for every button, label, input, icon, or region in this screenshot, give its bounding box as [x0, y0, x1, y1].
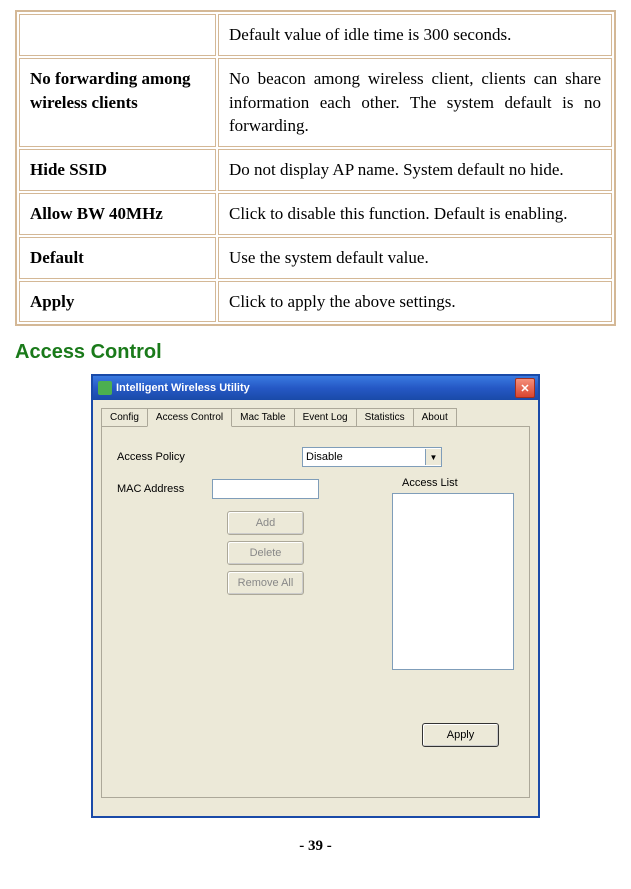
- table-row: Default value of idle time is 300 second…: [19, 14, 612, 56]
- chevron-down-icon: ▼: [425, 449, 441, 465]
- tab-content: Access Policy Disable ▼ MAC Address Acce…: [101, 427, 530, 798]
- table-row: Default Use the system default value.: [19, 237, 612, 279]
- tabs: Config Access Control Mac Table Event Lo…: [101, 408, 530, 427]
- window-title: Intelligent Wireless Utility: [116, 382, 250, 394]
- add-button[interactable]: Add: [227, 511, 304, 535]
- row-desc: Use the system default value.: [218, 237, 612, 279]
- app-icon: [98, 381, 112, 395]
- mac-address-input[interactable]: [212, 479, 319, 499]
- apply-button[interactable]: Apply: [422, 723, 499, 747]
- row-desc: Do not display AP name. System default n…: [218, 149, 612, 191]
- table-row: No forwarding among wireless clients No …: [19, 58, 612, 147]
- access-policy-label: Access Policy: [117, 451, 212, 463]
- settings-table: Default value of idle time is 300 second…: [15, 10, 616, 326]
- access-list-label: Access List: [402, 477, 458, 489]
- close-button[interactable]: ✕: [515, 378, 535, 398]
- table-row: Allow BW 40MHz Click to disable this fun…: [19, 193, 612, 235]
- row-desc: Click to disable this function. Default …: [218, 193, 612, 235]
- row-label: [19, 14, 216, 56]
- row-desc: No beacon among wireless client, clients…: [218, 58, 612, 147]
- access-policy-dropdown[interactable]: Disable ▼: [302, 447, 442, 467]
- tab-mac-table[interactable]: Mac Table: [231, 408, 294, 426]
- delete-button[interactable]: Delete: [227, 541, 304, 565]
- row-label: No forwarding among wireless clients: [19, 58, 216, 147]
- access-list[interactable]: [392, 493, 514, 670]
- mac-address-label: MAC Address: [117, 483, 212, 495]
- app-window: Intelligent Wireless Utility ✕ Config Ac…: [91, 374, 540, 818]
- row-label: Allow BW 40MHz: [19, 193, 216, 235]
- row-label: Apply: [19, 281, 216, 323]
- window-body: Config Access Control Mac Table Event Lo…: [93, 400, 538, 816]
- tab-event-log[interactable]: Event Log: [294, 408, 357, 426]
- table-row: Hide SSID Do not display AP name. System…: [19, 149, 612, 191]
- page-number: - 39 -: [15, 838, 616, 855]
- remove-all-button[interactable]: Remove All: [227, 571, 304, 595]
- tab-config[interactable]: Config: [101, 408, 148, 426]
- tab-access-control[interactable]: Access Control: [147, 408, 232, 427]
- row-label: Default: [19, 237, 216, 279]
- row-label: Hide SSID: [19, 149, 216, 191]
- titlebar: Intelligent Wireless Utility ✕: [93, 376, 538, 400]
- table-row: Apply Click to apply the above settings.: [19, 281, 612, 323]
- screenshot-container: Intelligent Wireless Utility ✕ Config Ac…: [15, 374, 616, 818]
- tab-about[interactable]: About: [413, 408, 457, 426]
- section-heading: Access Control: [15, 341, 616, 364]
- row-desc: Click to apply the above settings.: [218, 281, 612, 323]
- row-desc: Default value of idle time is 300 second…: [218, 14, 612, 56]
- dropdown-value: Disable: [306, 451, 343, 463]
- tab-statistics[interactable]: Statistics: [356, 408, 414, 426]
